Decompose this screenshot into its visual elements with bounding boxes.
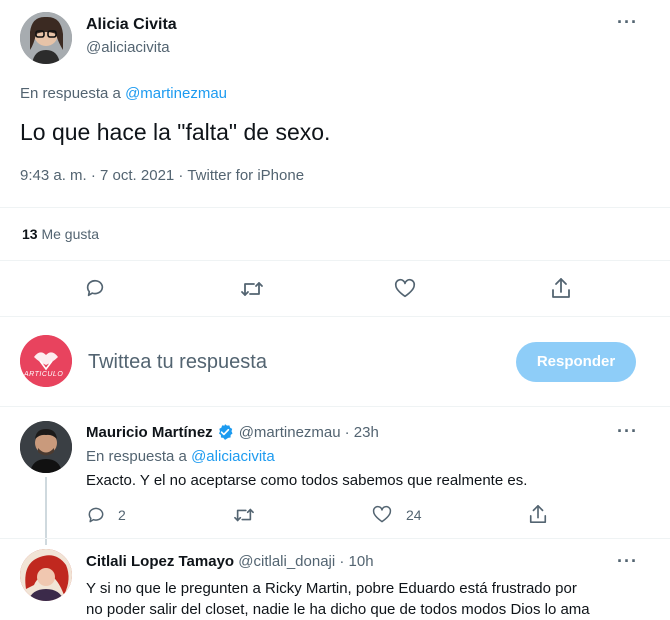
- author-name[interactable]: Alicia Civita: [86, 16, 177, 34]
- reply-header: Citlali Lopez Tamayo @citlali_donaji · 1…: [86, 553, 374, 570]
- reply-header: Mauricio Martínez @martinezmau · 23h: [86, 423, 379, 441]
- reply-context: En respuesta a @martinezmau: [20, 85, 227, 102]
- retweet-action[interactable]: [233, 505, 255, 525]
- share-icon[interactable]: [550, 276, 572, 300]
- author-avatar[interactable]: [20, 549, 72, 601]
- likes-stat[interactable]: 13 Me gusta: [22, 226, 99, 242]
- more-options-icon[interactable]: ···: [617, 12, 638, 33]
- reply-text-line: Y si no que le pregunten a Ricky Martin,…: [86, 580, 577, 597]
- author-handle[interactable]: @citlali_donaji: [238, 553, 335, 570]
- reply-context: En respuesta a @aliciacivita: [86, 448, 275, 465]
- author-avatar[interactable]: [20, 12, 72, 64]
- tweet-meta[interactable]: 9:43 a. m. · 7 oct. 2021 · Twitter for i…: [20, 167, 304, 184]
- divider: [0, 260, 670, 261]
- share-icon: [528, 503, 548, 525]
- like-icon[interactable]: [394, 278, 416, 300]
- reply-input[interactable]: Twittea tu respuesta: [88, 351, 267, 374]
- reply-to-link[interactable]: @aliciacivita: [191, 448, 275, 465]
- retweet-icon[interactable]: [240, 278, 264, 300]
- reply-time[interactable]: · 10h: [339, 553, 373, 570]
- reply-time[interactable]: · 23h: [345, 424, 379, 441]
- divider: [0, 316, 670, 317]
- divider: [0, 207, 670, 208]
- author-handle[interactable]: @aliciacivita: [86, 39, 170, 56]
- share-action[interactable]: [528, 503, 548, 525]
- reply-count: 2: [118, 507, 126, 523]
- reply-text-line: no poder salir del closet, nadie le ha d…: [86, 601, 590, 618]
- like-action[interactable]: 24: [372, 505, 422, 525]
- verified-badge-icon: [216, 423, 234, 441]
- reply-text: Y si no que le pregunten a Ricky Martin,…: [86, 578, 590, 620]
- reply-prefix: En respuesta a: [86, 448, 187, 465]
- user-avatar-text: ARTICULO: [24, 371, 64, 378]
- thread-line: [45, 477, 47, 545]
- like-count: 24: [406, 507, 422, 523]
- reply-icon: [86, 505, 106, 525]
- divider: [0, 538, 670, 539]
- reply-to-link[interactable]: @martinezmau: [125, 85, 227, 102]
- reply-prefix: En respuesta a: [20, 85, 121, 102]
- divider: [0, 406, 670, 407]
- reply-action[interactable]: 2: [86, 505, 126, 525]
- reply-button[interactable]: Responder: [516, 342, 636, 382]
- likes-count: 13: [22, 226, 38, 242]
- more-options-icon[interactable]: ···: [617, 551, 638, 572]
- author-handle[interactable]: @martinezmau: [239, 424, 341, 441]
- reply-text: Exacto. Y el no aceptarse como todos sab…: [86, 472, 528, 489]
- reply-button-label: Responder: [536, 353, 616, 370]
- author-name[interactable]: Mauricio Martínez: [86, 424, 213, 441]
- likes-label: Me gusta: [41, 226, 100, 242]
- author-name[interactable]: Citlali Lopez Tamayo: [86, 553, 234, 570]
- retweet-icon: [233, 505, 255, 525]
- author-avatar[interactable]: [20, 421, 72, 473]
- reply-icon[interactable]: [84, 277, 106, 299]
- user-avatar[interactable]: ARTICULO: [20, 335, 72, 387]
- like-icon: [372, 505, 392, 525]
- tweet-text: Lo que hace la "falta" de sexo.: [20, 119, 331, 145]
- more-options-icon[interactable]: ···: [617, 421, 638, 442]
